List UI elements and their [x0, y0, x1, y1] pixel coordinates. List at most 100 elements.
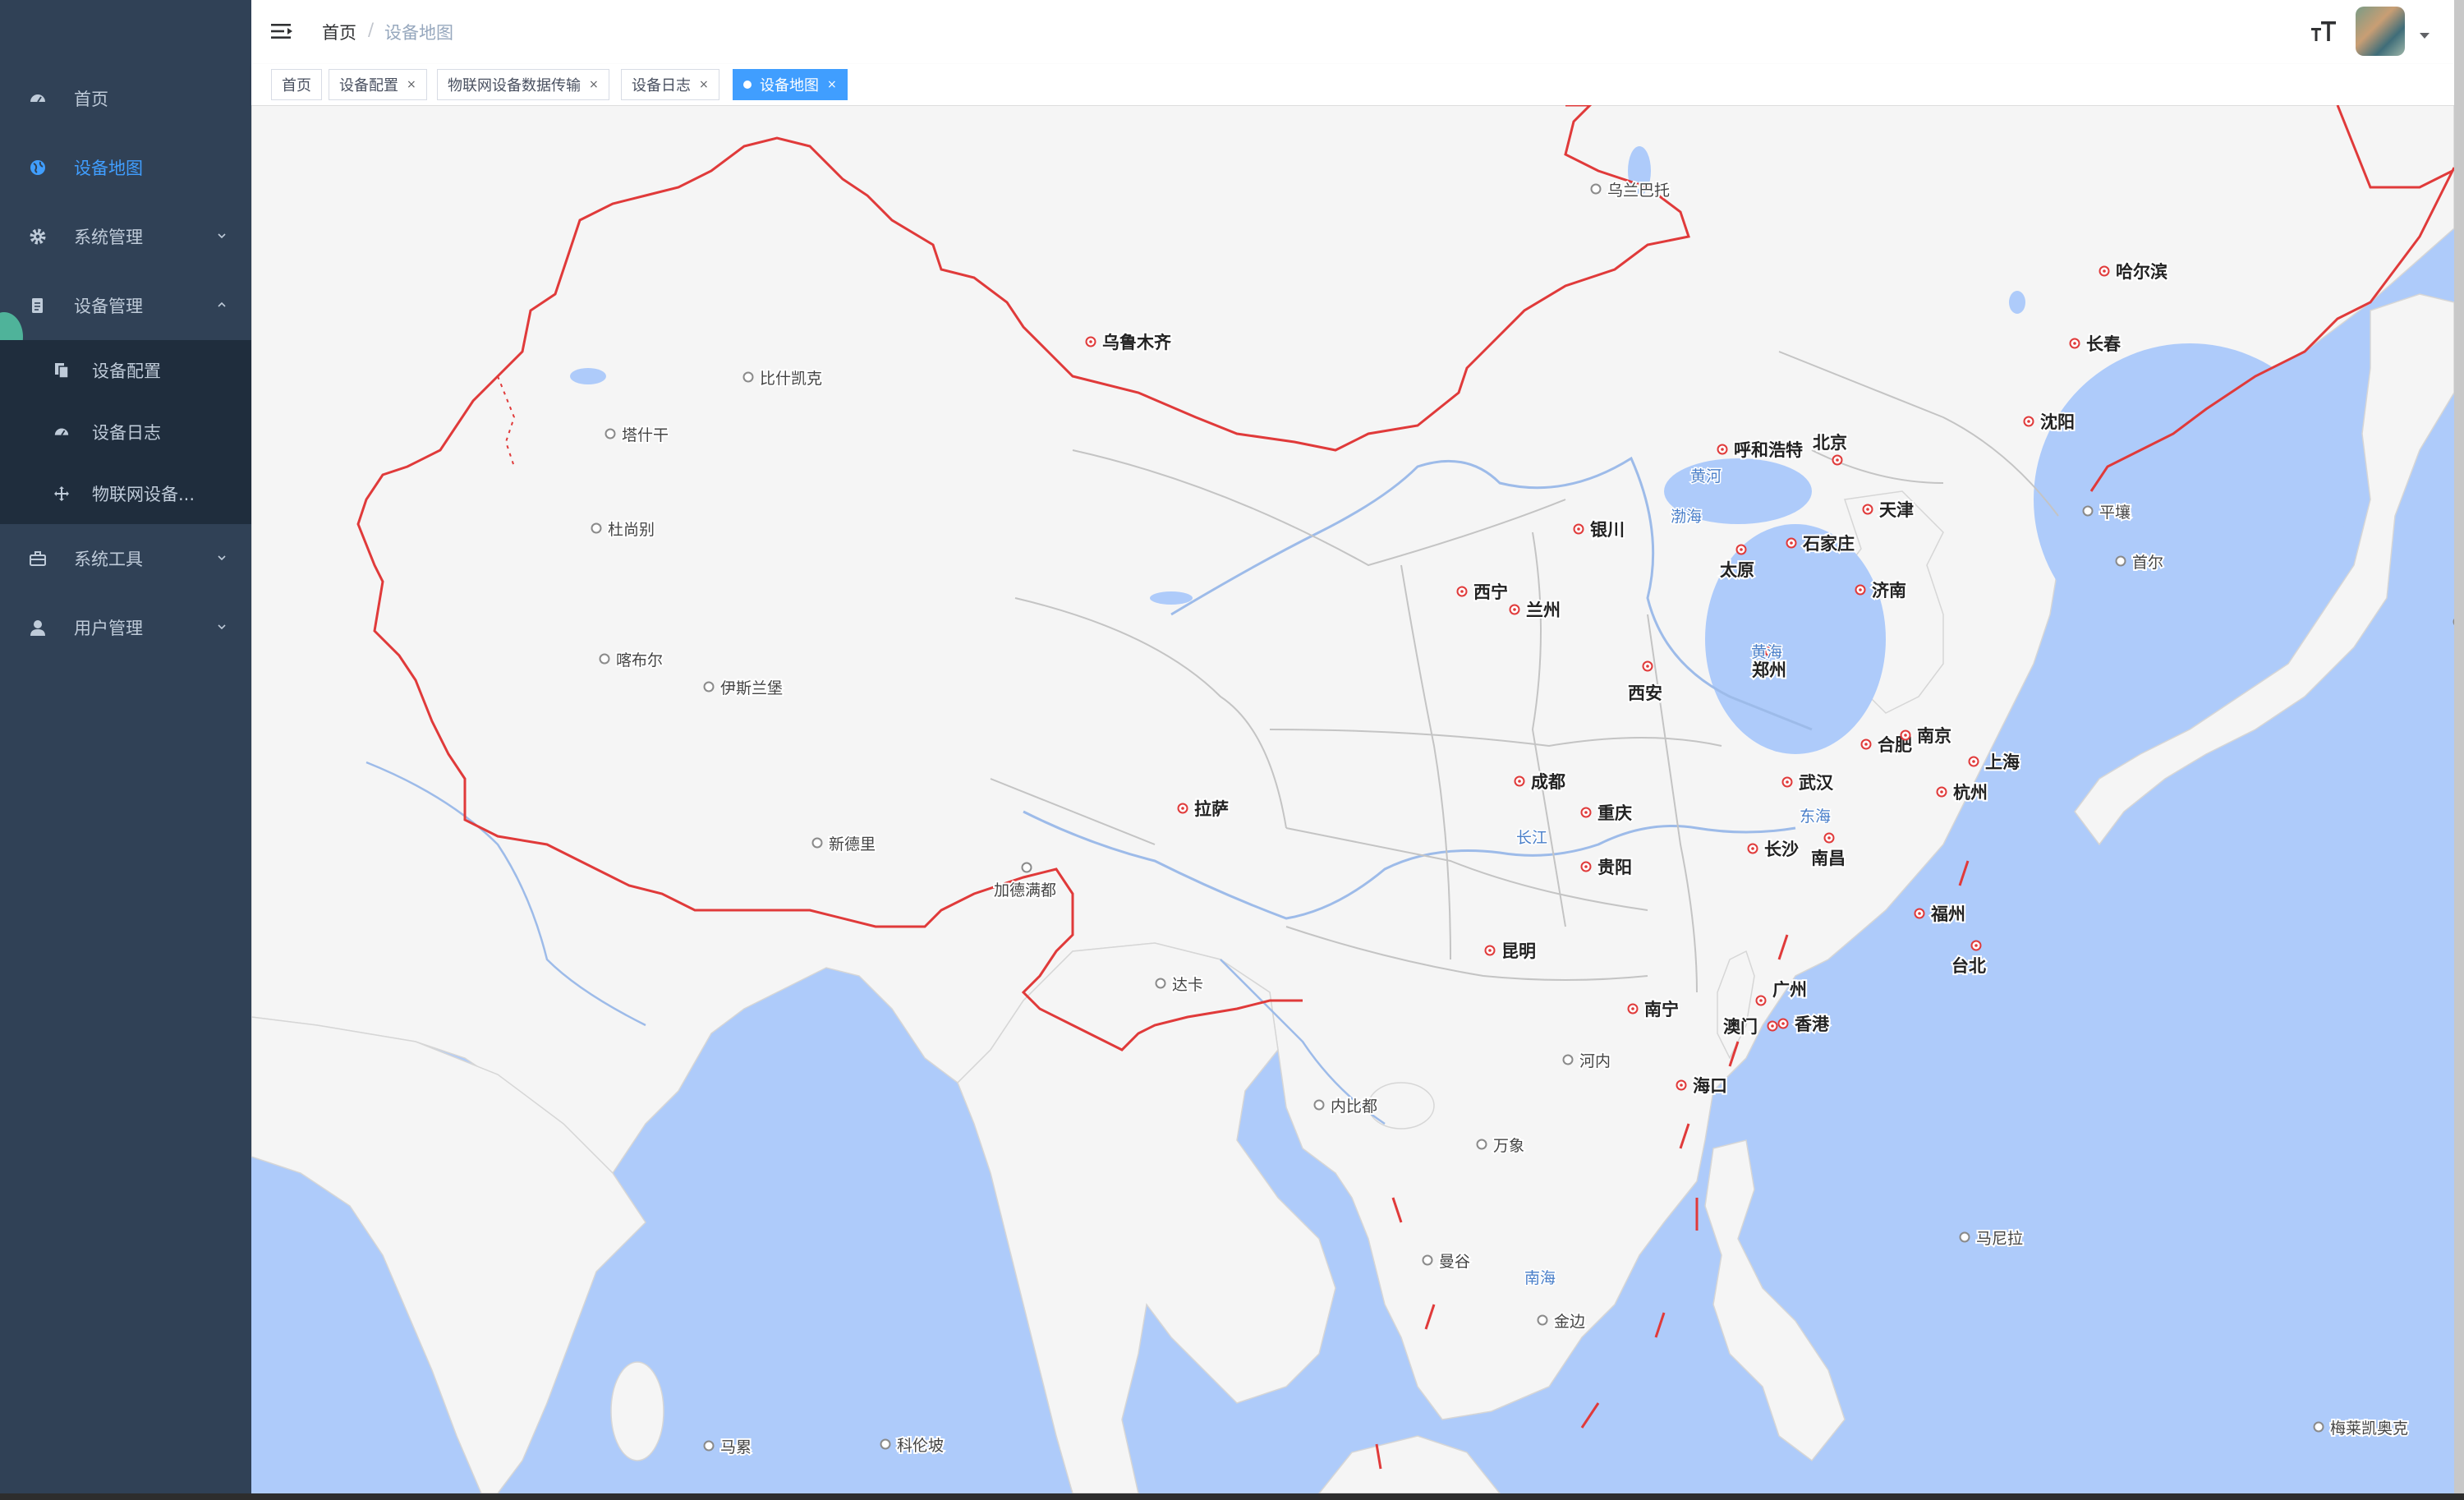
city-label: 曼谷: [1439, 1253, 1470, 1271]
water-label: 南海: [1524, 1269, 1556, 1287]
sidebar-subitem-label: 设备日志: [92, 423, 161, 443]
sidebar-subitem-iot-transfer[interactable]: 物联网设备...: [0, 463, 251, 524]
chevron-down-icon: [218, 624, 226, 630]
city-dot-center: [1759, 999, 1763, 1002]
breadcrumb-home[interactable]: 首页: [322, 20, 356, 44]
tag-label: 设备地图: [760, 77, 819, 94]
city-label: 马尼拉: [1976, 1230, 2023, 1248]
city-marker[interactable]: 澳门: [1722, 1015, 1778, 1038]
city-dot-icon: [703, 681, 715, 692]
city-label: 金边: [1554, 1313, 1585, 1331]
tag-home[interactable]: 首页: [271, 69, 322, 100]
city-marker[interactable]: 马尼拉: [1959, 1228, 2025, 1249]
city-label: 呼和浩特: [1734, 440, 1803, 460]
tag-device-log[interactable]: 设备日志 ×: [621, 69, 719, 100]
city-label: 广州: [1772, 980, 1807, 1000]
hamburger-icon[interactable]: [271, 21, 294, 41]
city-marker[interactable]: 梅莱凯奥克: [2313, 1418, 2410, 1439]
city-label: 新德里: [829, 835, 876, 854]
close-icon[interactable]: ×: [699, 78, 709, 91]
city-dot-icon: [1422, 1254, 1433, 1266]
sidebar-subitem-label: 设备配置: [92, 361, 161, 381]
city-marker[interactable]: 马累: [703, 1437, 753, 1458]
land-hainan: [1368, 1082, 1435, 1130]
tag-label: 设备日志: [632, 77, 691, 94]
city-label: 梅莱凯奥克: [2330, 1419, 2408, 1438]
tag-device-config[interactable]: 设备配置 ×: [329, 69, 427, 100]
city-marker[interactable]: 福州: [1914, 903, 1967, 926]
close-icon[interactable]: ×: [589, 78, 599, 91]
sidebar-item-label: 设备地图: [74, 159, 143, 178]
city-dot-icon: [2115, 555, 2126, 567]
sidebar-item-home[interactable]: 首页: [0, 64, 251, 133]
city-label: 马累: [720, 1438, 752, 1456]
water-label: 黄海: [1751, 643, 1782, 661]
city-label: 贵阳: [1597, 858, 1632, 877]
sidebar-item-system-management[interactable]: 系统管理: [0, 202, 251, 271]
city-marker[interactable]: 台北: [1950, 940, 1988, 978]
water-label: 长江: [1516, 829, 1547, 847]
tag-label: 设备配置: [339, 77, 398, 94]
city-label: 上海: [1985, 752, 2020, 772]
close-icon[interactable]: ×: [407, 78, 416, 91]
city-label: 台北: [1951, 956, 1986, 976]
city-dot-center: [1974, 944, 1978, 947]
lake: [2009, 291, 2025, 314]
city-label: 加德满都: [994, 881, 1056, 900]
sidebar-subitem-device-log[interactable]: 设备日志: [0, 402, 251, 462]
city-label: 首尔: [2132, 554, 2163, 572]
sidebar-item-device-management[interactable]: 设备管理: [0, 271, 251, 340]
city-marker[interactable]: 香港: [1777, 1013, 1832, 1036]
avatar[interactable]: [2356, 7, 2405, 56]
city-marker[interactable]: 科伦坡: [880, 1435, 945, 1456]
city-label: 重庆: [1597, 803, 1632, 823]
chevron-down-icon: [218, 233, 226, 239]
city-label: 香港: [1795, 1015, 1830, 1034]
map-canvas[interactable]: 乌鲁木齐拉萨西宁兰州银川呼和浩特 北京天津石家庄太原济南郑州西安成都重庆贵阳昆明南…: [251, 105, 2454, 1493]
city-label: 喀布尔: [616, 651, 663, 669]
sidebar-item-label: 系统管理: [74, 228, 143, 247]
chevron-down-icon: [218, 555, 226, 561]
close-icon[interactable]: ×: [827, 78, 837, 91]
sidebar-item-label: 首页: [74, 90, 108, 109]
city-dot-icon: [2082, 505, 2094, 517]
device-map[interactable]: 乌鲁木齐 拉萨 西宁 兰州 银川 呼和浩特 北京 天津 石家庄 太原 济南 郑州 西安 成都 重庆 贵阳 昆明南…: [251, 105, 2454, 1493]
city-dot-center: [1680, 1084, 1683, 1087]
tag-device-map[interactable]: 设备地图 ×: [733, 69, 848, 100]
city-label: 哈尔滨: [2116, 262, 2167, 282]
device-management-submenu: 设备配置 设备日志 物联网设备...: [0, 340, 251, 524]
city-dot-center: [2073, 342, 2076, 345]
city-label: 石家庄: [1802, 534, 1855, 554]
city-dot-center: [2027, 420, 2030, 423]
city-dot-icon: [599, 653, 610, 665]
sidebar-item-user-management[interactable]: 用户管理: [0, 593, 251, 662]
city-label: 长沙: [1764, 840, 1799, 859]
lake: [570, 368, 606, 384]
city-dot-icon: [605, 428, 616, 439]
city-label: 杜尚别: [608, 521, 655, 539]
city-label: 长春: [2086, 334, 2122, 354]
window-scroll-edge: [2454, 0, 2464, 1500]
sidebar-item-system-tools[interactable]: 系统工具: [0, 524, 251, 593]
tag-iot-transfer[interactable]: 物联网设备数据传输 ×: [437, 69, 609, 100]
caret-down-icon[interactable]: [2420, 33, 2430, 39]
city-dot-center: [1827, 836, 1831, 840]
sidebar-item-device-map[interactable]: 设备地图: [0, 133, 251, 202]
sidebar-subitem-label: 物联网设备...: [92, 485, 195, 504]
globe-icon: [28, 158, 48, 177]
city-label: 塔什干: [622, 426, 669, 444]
chevron-up-icon: [218, 301, 226, 307]
city-dot-icon: [1021, 862, 1032, 873]
city-label: 武汉: [1799, 773, 1834, 793]
sidebar-subitem-device-config[interactable]: 设备配置: [0, 340, 251, 401]
font-size-icon[interactable]: [2310, 18, 2338, 46]
city-label: 沈阳: [2040, 412, 2075, 432]
city-label: 乌鲁木齐: [1102, 333, 1172, 352]
city-label: 济南: [1872, 581, 1906, 600]
tags-view: 首页 设备配置 × 物联网设备数据传输 × 设备日志 × 设备地图 ×: [251, 64, 2454, 106]
city-dot-center: [1972, 760, 1975, 763]
city-dot-icon: [703, 1440, 715, 1452]
breadcrumb-current: 设备地图: [384, 23, 453, 43]
gear-icon: [28, 227, 48, 246]
city-dot-center: [1771, 1024, 1774, 1028]
